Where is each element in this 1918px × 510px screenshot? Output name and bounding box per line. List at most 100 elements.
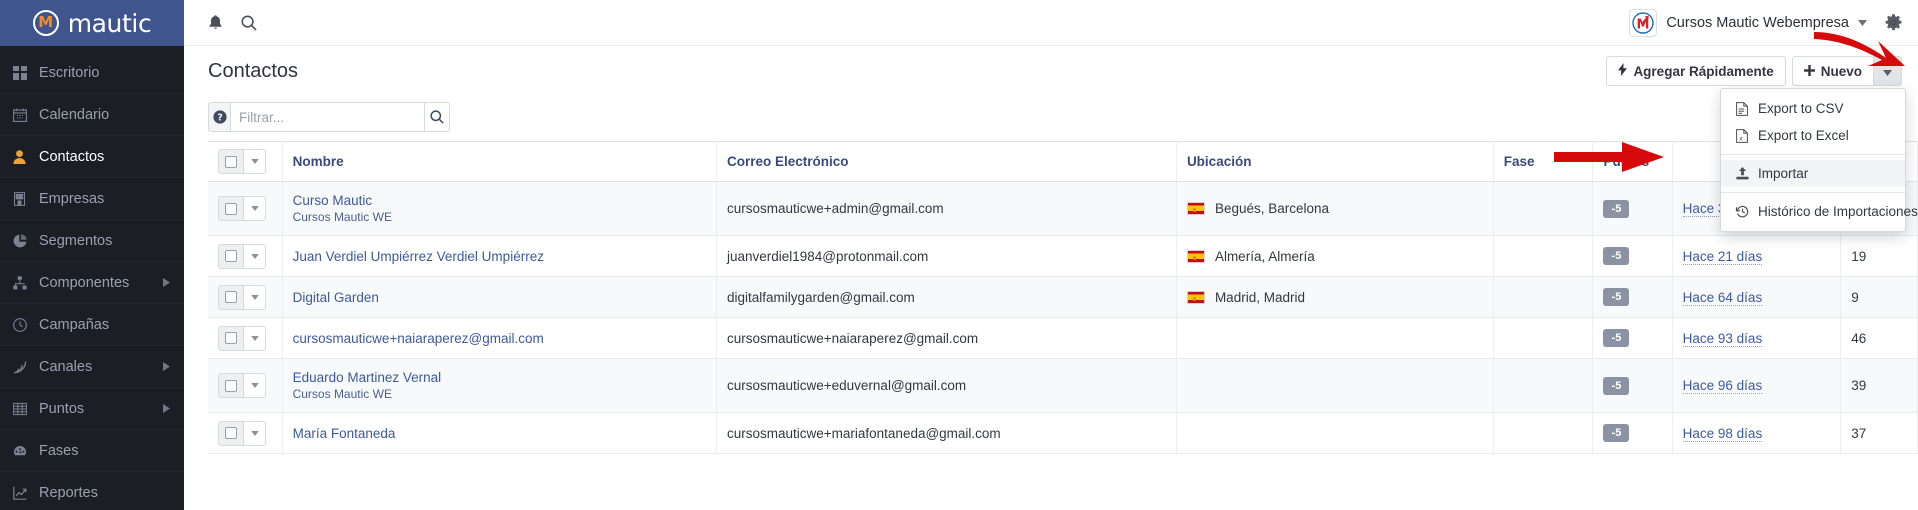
sidebar-item-segmentos[interactable]: Segmentos: [0, 220, 184, 262]
flag-icon-es: [1186, 249, 1205, 263]
avatar: M: [1629, 8, 1658, 37]
menu-item-label: Histórico de Importaciones: [1758, 204, 1918, 219]
table-header-row: Nombre Correo Electrónico Ubicación Fase…: [208, 141, 1918, 182]
search-icon[interactable]: [232, 6, 266, 40]
points-badge: -5: [1603, 199, 1630, 218]
sidebar-item-componentes[interactable]: Componentes: [0, 262, 184, 304]
column-header-puntos[interactable]: Puntos: [1592, 141, 1673, 182]
new-label: Nuevo: [1820, 63, 1862, 79]
menu-divider: [1721, 154, 1905, 155]
contact-name-link[interactable]: María Fontaneda: [293, 426, 706, 441]
sidebar-item-calendario[interactable]: Calendario: [0, 94, 184, 136]
row-actions-dropdown[interactable]: [244, 325, 266, 351]
cell-ubicacion: [1176, 358, 1494, 413]
caret-down-icon: [1858, 18, 1867, 28]
sidebar-item-label: Campañas: [39, 316, 110, 333]
column-header-fase[interactable]: Fase: [1493, 141, 1594, 182]
cell-fase: [1493, 358, 1594, 413]
contact-name-link[interactable]: Digital Garden: [293, 290, 706, 305]
row-actions-dropdown[interactable]: [244, 196, 266, 221]
table-body: Curso Mautic Cursos Mautic WE cursosmautic…: [208, 181, 1918, 454]
menu-item-export-excel[interactable]: x Export to Excel: [1721, 122, 1905, 149]
menu-item-historico-importaciones[interactable]: Histórico de Importaciones: [1721, 198, 1918, 225]
sidebar-item-label: Puntos: [39, 400, 85, 417]
row-checkbox[interactable]: [218, 243, 244, 269]
cell-contador: 39: [1840, 358, 1918, 413]
search-submit-button[interactable]: [425, 102, 450, 132]
sidebar-item-puntos[interactable]: Puntos: [0, 388, 184, 430]
row-checkbox[interactable]: [218, 325, 244, 351]
row-checkbox[interactable]: [218, 373, 244, 398]
last-active-date[interactable]: Hace 96 días: [1682, 378, 1763, 394]
sidebar-item-label: Fases: [39, 442, 79, 459]
cell-ultima-actividad: Hace 64 días: [1672, 276, 1842, 318]
column-header-ubicacion[interactable]: Ubicación: [1176, 141, 1494, 182]
cell-ubicacion: [1176, 317, 1494, 359]
sidebar-item-fases[interactable]: Fases: [0, 430, 184, 472]
menu-item-importar[interactable]: Importar: [1721, 160, 1905, 187]
select-all-checkbox[interactable]: [218, 149, 244, 174]
flag-icon-es: [1186, 202, 1205, 215]
contact-name-link[interactable]: Curso Mautic: [293, 193, 706, 208]
cell-ultima-actividad: Hace 93 días: [1672, 317, 1842, 359]
sidebar-item-contactos[interactable]: Contactos: [0, 136, 184, 178]
user-icon: [13, 149, 39, 164]
contact-name-link[interactable]: Eduardo Martinez Vernal: [293, 370, 706, 385]
cell-correo: juanverdiel1984@protonmail.com: [716, 235, 1177, 277]
last-active-date[interactable]: Hace 21 días: [1682, 248, 1763, 265]
column-header-nombre[interactable]: Nombre: [282, 141, 717, 182]
cell-fase: [1493, 412, 1594, 454]
row-select-group: [218, 325, 266, 351]
sidebar-item-label: Canales: [39, 358, 93, 375]
last-active-date[interactable]: Hace 98 días: [1682, 425, 1763, 442]
row-actions-dropdown[interactable]: [244, 284, 266, 310]
chevron-right-icon: [163, 278, 170, 287]
select-all-group: [218, 149, 266, 174]
cell-correo: cursosmauticwe+admin@gmail.com: [716, 181, 1177, 236]
row-actions-dropdown[interactable]: [244, 243, 266, 269]
chevron-right-icon: [163, 362, 170, 371]
search-input[interactable]: [230, 102, 426, 132]
row-checkbox[interactable]: [218, 420, 244, 446]
row-checkbox[interactable]: [218, 196, 244, 221]
row-checkbox[interactable]: [218, 284, 244, 310]
contact-name-link[interactable]: Juan Verdiel Umpiérrez Verdiel Umpiérrez: [293, 249, 706, 264]
user-menu[interactable]: M Cursos Mautic Webempresa: [1629, 8, 1867, 37]
column-header-correo[interactable]: Correo Electrónico: [716, 141, 1177, 182]
gear-icon[interactable]: [1885, 14, 1902, 31]
bell-icon[interactable]: [198, 6, 232, 40]
sidebar-item-reportes[interactable]: Reportes: [0, 472, 184, 510]
row-select-cell: [208, 412, 283, 454]
quick-add-label: Agregar Rápidamente: [1633, 63, 1774, 79]
brand-name: mautic: [67, 8, 152, 38]
sidebar-item-empresas[interactable]: Empresas: [0, 178, 184, 220]
new-dropdown-toggle[interactable]: [1873, 56, 1902, 86]
last-active-date[interactable]: Hace 64 días: [1682, 289, 1763, 306]
row-actions-dropdown[interactable]: [244, 373, 266, 398]
new-button[interactable]: Nuevo: [1791, 56, 1873, 86]
line-chart-icon: [13, 486, 39, 500]
select-all-dropdown[interactable]: [244, 149, 266, 174]
last-active-date[interactable]: Hace 93 días: [1682, 330, 1763, 347]
sidebar-item-canales[interactable]: Canales: [0, 346, 184, 388]
sidebar-item-campanas[interactable]: Campañas: [0, 304, 184, 346]
points-badge: -5: [1603, 329, 1630, 347]
quick-add-button[interactable]: Agregar Rápidamente: [1606, 56, 1786, 86]
top-bar: M Cursos Mautic Webempresa: [184, 0, 1918, 46]
row-select-group: [218, 196, 266, 221]
page-actions: Agregar Rápidamente Nuevo: [1606, 56, 1902, 86]
contacts-table-container: Nombre Correo Electrónico Ubicación Fase…: [184, 141, 1918, 510]
row-select-group: [218, 373, 266, 398]
sidebar-item-escritorio[interactable]: Escritorio: [0, 52, 184, 94]
points-badge: -5: [1603, 376, 1630, 395]
sidebar-item-label: Escritorio: [39, 64, 100, 81]
row-select-group: [218, 420, 266, 446]
export-dropdown-menu: Export to CSV x Export to Excel Importar: [1720, 88, 1918, 232]
row-actions-dropdown[interactable]: [244, 420, 266, 446]
contact-name-link[interactable]: cursosmauticwe+naiaraperez@gmail.com: [293, 331, 706, 346]
menu-item-export-csv[interactable]: Export to CSV: [1721, 95, 1905, 122]
row-select-cell: [208, 181, 283, 236]
points-badge: -5: [1603, 424, 1630, 442]
question-circle-icon[interactable]: ?: [208, 102, 231, 132]
brand-logo[interactable]: M mautic: [0, 0, 184, 46]
